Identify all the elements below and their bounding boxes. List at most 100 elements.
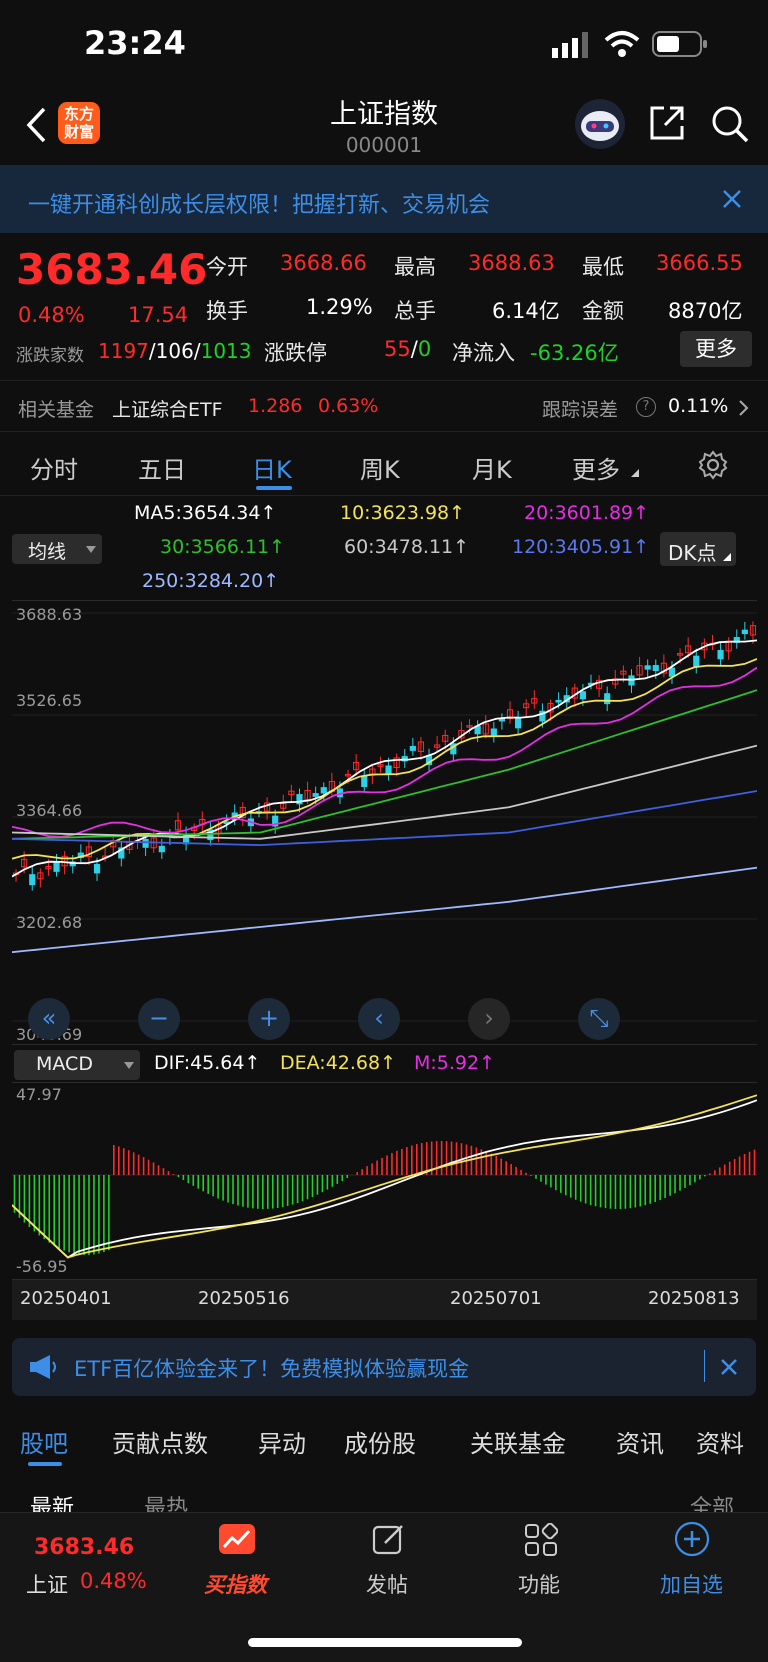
scroll-left-button[interactable]: ‹ bbox=[358, 998, 400, 1040]
kline-chart[interactable]: 3688.63 3526.65 3364.66 3202.68 3040.69 bbox=[11, 600, 758, 1045]
scroll-start-button[interactable]: « bbox=[28, 998, 70, 1040]
date-label-3: 20250701 bbox=[450, 1288, 542, 1309]
tab-contribution[interactable]: 贡献点数 bbox=[112, 1424, 208, 1459]
share-icon[interactable] bbox=[648, 104, 686, 142]
axis-label-3: 3364.66 bbox=[16, 801, 83, 820]
zoom-out-button[interactable]: − bbox=[138, 998, 180, 1040]
candle-body bbox=[312, 793, 319, 797]
fund-name[interactable]: 上证综合ETF bbox=[112, 395, 223, 422]
functions-button[interactable]: 功能 bbox=[518, 1569, 560, 1599]
ma30-value: 30:3566.11↑ bbox=[160, 536, 286, 558]
macd-selector-label: MACD bbox=[36, 1053, 93, 1075]
candle-body bbox=[93, 863, 101, 874]
footer-name: 上证 bbox=[26, 1573, 68, 1597]
macd-dif: DIF:45.64↑ bbox=[154, 1052, 261, 1074]
high-label: 最高 bbox=[394, 255, 436, 279]
close-icon[interactable] bbox=[722, 189, 742, 209]
edit-post-icon[interactable] bbox=[372, 1523, 406, 1557]
tab-more[interactable]: 更多 bbox=[572, 450, 620, 485]
tab-guba[interactable]: 股吧 bbox=[20, 1424, 68, 1459]
add-watchlist-icon[interactable] bbox=[674, 1521, 710, 1557]
etf-ad-text: ETF百亿体验金来了！免费模拟体验赢现金 bbox=[74, 1357, 470, 1381]
ma5-value: MA5:3654.34↑ bbox=[134, 502, 277, 524]
gear-icon[interactable] bbox=[698, 450, 728, 480]
add-watchlist-button[interactable]: 加自选 bbox=[660, 1569, 723, 1599]
candle-body bbox=[644, 665, 651, 670]
sort-latest[interactable]: 最新 bbox=[30, 1490, 74, 1512]
search-icon[interactable] bbox=[710, 104, 750, 144]
buy-index-icon[interactable] bbox=[218, 1523, 256, 1555]
limit-label: 涨跌停 bbox=[264, 341, 327, 365]
high-value: 3688.63 bbox=[468, 251, 555, 275]
candle-body bbox=[53, 862, 60, 872]
status-time: 23:24 bbox=[84, 24, 186, 62]
volume-value: 6.14亿 bbox=[492, 299, 560, 323]
open-label: 今开 bbox=[206, 255, 248, 279]
more-button[interactable]: 更多 bbox=[680, 331, 752, 367]
candle-body bbox=[515, 717, 522, 729]
dk-point-button[interactable]: DK点 bbox=[660, 532, 736, 566]
tab-news[interactable]: 资讯 bbox=[616, 1424, 664, 1459]
megaphone-icon bbox=[30, 1355, 56, 1379]
low-label: 最低 bbox=[582, 255, 624, 279]
fullscreen-button[interactable]: ⤡ bbox=[578, 998, 620, 1040]
tracking-error-value: 0.11% bbox=[668, 395, 729, 417]
macd-selector[interactable]: MACD bbox=[14, 1050, 140, 1080]
tab-related-funds[interactable]: 关联基金 bbox=[470, 1424, 566, 1459]
wifi-icon bbox=[604, 31, 640, 57]
promo-banner[interactable]: 一键开通科创成长层权限！把握打新、交易机会 bbox=[0, 165, 768, 233]
date-label-1: 20250401 bbox=[20, 1288, 112, 1309]
tab-movement[interactable]: 异动 bbox=[258, 1424, 306, 1459]
buy-index-button[interactable]: 买指数 bbox=[204, 1569, 267, 1599]
current-price: 3683.46 bbox=[16, 245, 208, 294]
tab-intraday[interactable]: 分时 bbox=[30, 450, 78, 485]
etf-ad-banner[interactable]: ETF百亿体验金来了！免费模拟体验赢现金 bbox=[12, 1338, 756, 1396]
ma-line-ma10 bbox=[11, 658, 758, 860]
footer-pct: 0.48% bbox=[80, 1569, 147, 1593]
ma60-value: 60:3478.11↑ bbox=[344, 536, 470, 558]
zoom-in-button[interactable]: + bbox=[248, 998, 290, 1040]
candle-body bbox=[741, 629, 748, 635]
home-indicator bbox=[248, 1638, 522, 1647]
candle-body bbox=[717, 650, 724, 660]
turnover-value: 1.29% bbox=[306, 295, 373, 319]
macd-axis-bottom: -56.95 bbox=[16, 1257, 68, 1276]
chevron-down-icon bbox=[124, 1062, 134, 1069]
candle-body bbox=[652, 665, 659, 671]
fund-pct: 0.63% bbox=[318, 395, 379, 417]
tab-daily-k[interactable]: 日K bbox=[252, 450, 292, 485]
scroll-right-button[interactable]: › bbox=[468, 998, 510, 1040]
post-button[interactable]: 发帖 bbox=[366, 1569, 408, 1599]
macd-svg bbox=[11, 1094, 758, 1259]
help-icon[interactable]: ? bbox=[636, 397, 656, 417]
date-axis: 20250401 20250516 20250701 20250813 bbox=[12, 1280, 757, 1320]
related-fund-row[interactable]: 相关基金 上证综合ETF 1.286 0.63% 跟踪误差 ? 0.11% bbox=[0, 380, 768, 432]
ma-line-ma250 bbox=[11, 866, 758, 954]
tab-profile[interactable]: 资料 bbox=[696, 1424, 744, 1459]
functions-grid-icon[interactable] bbox=[524, 1523, 558, 1557]
candle-body bbox=[579, 691, 586, 700]
macd-m: M:5.92↑ bbox=[414, 1052, 496, 1074]
tab-weekly-k[interactable]: 周K bbox=[360, 450, 400, 485]
macd-chart[interactable]: 47.97 -56.95 bbox=[11, 1082, 758, 1280]
open-value: 3668.66 bbox=[280, 251, 367, 275]
date-label-2: 20250516 bbox=[198, 1288, 290, 1309]
candle-body bbox=[490, 728, 497, 736]
cellular-signal-icon bbox=[552, 32, 588, 58]
netflow-label: 净流入 bbox=[452, 341, 515, 365]
candle-body bbox=[361, 775, 368, 787]
tab-monthly-k[interactable]: 月K bbox=[472, 450, 512, 485]
amount-label: 金额 bbox=[582, 299, 624, 323]
active-tab-indicator bbox=[28, 1462, 62, 1466]
tab-constituents[interactable]: 成份股 bbox=[344, 1424, 416, 1459]
close-icon[interactable] bbox=[720, 1358, 738, 1376]
tab-five-day[interactable]: 五日 bbox=[138, 450, 186, 485]
axis-label-2: 3526.65 bbox=[16, 691, 83, 710]
sort-hot[interactable]: 最热 bbox=[144, 1490, 188, 1512]
candle-body bbox=[158, 845, 165, 853]
divider bbox=[704, 1350, 705, 1382]
chevron-right-icon bbox=[739, 400, 749, 416]
robot-assistant-icon[interactable] bbox=[574, 98, 626, 150]
ma-selector[interactable]: 均线 bbox=[12, 534, 102, 564]
filter-all[interactable]: 全部 bbox=[690, 1490, 734, 1512]
